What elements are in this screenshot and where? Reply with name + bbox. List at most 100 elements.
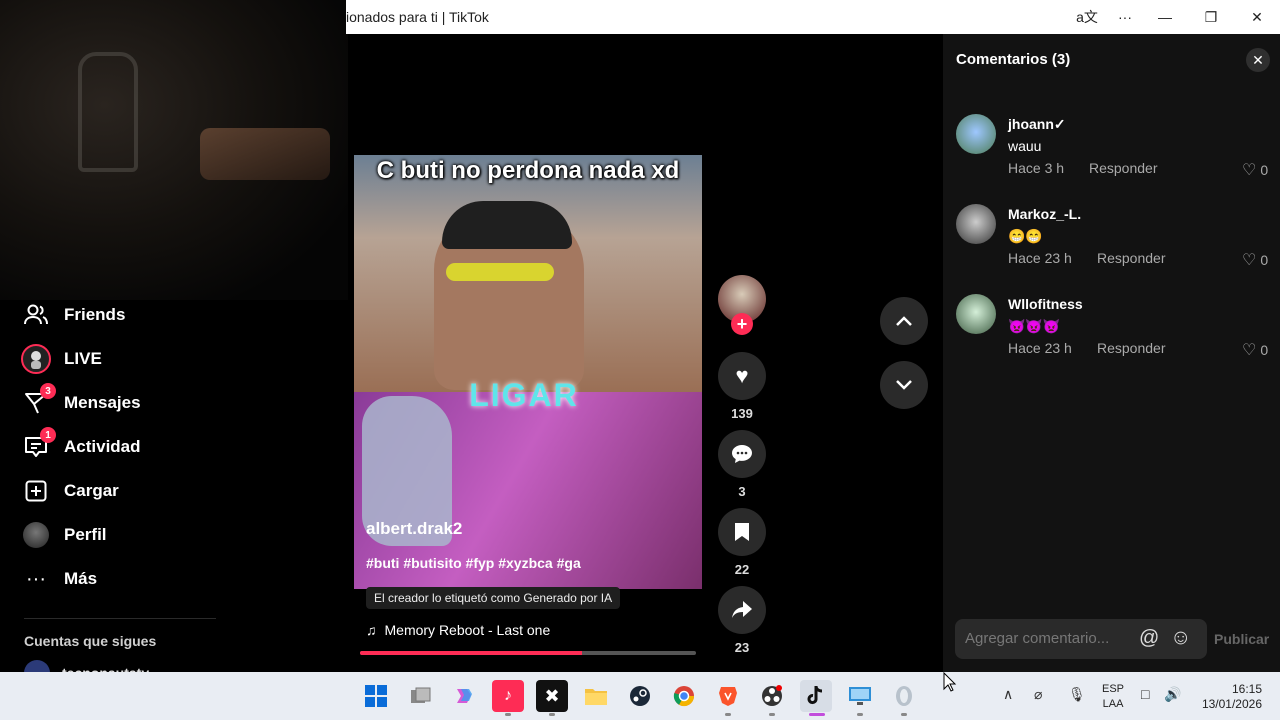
- nav-activity-label: Actividad: [64, 437, 141, 456]
- previous-video-button[interactable]: [880, 297, 928, 345]
- next-video-button[interactable]: [880, 361, 928, 409]
- nav-live[interactable]: LIVE: [20, 341, 102, 377]
- input-language[interactable]: ESP LAA: [1102, 682, 1124, 712]
- mention-icon[interactable]: @: [1139, 627, 1159, 650]
- profile-avatar: [20, 519, 52, 551]
- comment-icon: [732, 445, 752, 463]
- comment-time: Hace 3 h: [1008, 160, 1065, 176]
- nav-upload[interactable]: Cargar: [20, 473, 119, 509]
- lang-code: ESP: [1102, 683, 1125, 695]
- nav-profile-label: Perfil: [64, 525, 107, 544]
- music-link[interactable]: ♫ Memory Reboot - Last one: [366, 622, 550, 638]
- comment-like-button[interactable]: ♡ 0: [1242, 340, 1268, 360]
- heart-outline-icon: ♡: [1242, 252, 1257, 269]
- video-author[interactable]: albert.drak2: [366, 519, 462, 539]
- close-window-button[interactable]: ✕: [1234, 0, 1280, 34]
- lang-layout: LAA: [1102, 698, 1124, 710]
- nav-more[interactable]: ··· Más: [20, 561, 97, 597]
- comment-user[interactable]: jhoann✓: [1008, 116, 1066, 133]
- microphone-icon[interactable]: 🎙: [1068, 686, 1086, 703]
- comment-time: Hace 23 h: [1008, 250, 1072, 266]
- nav-friends-label: Friends: [64, 305, 126, 324]
- activity-icon: 1: [20, 427, 56, 463]
- video-hashtags[interactable]: #buti #butisito #fyp #xyzbca #ga: [366, 555, 581, 571]
- volume-icon[interactable]: 🔊: [1164, 686, 1181, 703]
- background-object: [200, 128, 330, 180]
- nav-profile[interactable]: Perfil: [20, 517, 107, 553]
- music-title: Memory Reboot - Last one: [384, 622, 551, 638]
- comments-panel: Comentarios (3) ✕ jhoann✓ wauu Hace 3 h …: [943, 34, 1280, 672]
- comments-title: Comentarios: [956, 51, 1048, 68]
- comment-composer[interactable]: Agregar comentario... @ ☺: [955, 619, 1207, 659]
- nav-messages[interactable]: 3 Mensajes: [20, 383, 141, 421]
- background-photo: [0, 0, 348, 300]
- nav-activity[interactable]: 1 Actividad: [20, 427, 141, 465]
- brave-icon[interactable]: [712, 680, 744, 712]
- video-cap: [442, 201, 572, 249]
- video-player[interactable]: C buti no perdona nada xd LIGAR albert.d…: [354, 155, 702, 589]
- file-explorer-icon[interactable]: [580, 680, 612, 712]
- capcut-icon[interactable]: ✖: [536, 680, 568, 712]
- comment-like-button[interactable]: ♡ 0: [1242, 250, 1268, 270]
- steam-icon[interactable]: [624, 680, 656, 712]
- comment-text: 👿👿👿: [1008, 318, 1061, 334]
- messages-icon: 3: [20, 383, 56, 419]
- live-icon: [20, 343, 52, 375]
- comment-reply-button[interactable]: Responder: [1089, 160, 1158, 176]
- active-indicator: [809, 713, 825, 716]
- clock-time: 16:15: [1231, 682, 1262, 696]
- minimize-button[interactable]: —: [1142, 0, 1188, 34]
- tiktok-active-icon[interactable]: [800, 680, 832, 712]
- close-comments-button[interactable]: ✕: [1246, 48, 1270, 72]
- comment-like-button[interactable]: ♡ 0: [1242, 160, 1268, 180]
- friends-icon: [20, 299, 52, 331]
- show-hidden-icons-chevron[interactable]: ∧: [1003, 686, 1013, 703]
- comment-item: Markoz_-L. 😁😁 Hace 23 h Responder ♡ 0: [956, 204, 1276, 274]
- comment-reply-button[interactable]: Responder: [1097, 250, 1166, 266]
- comment-input[interactable]: Agregar comentario...: [965, 630, 1109, 647]
- close-icon: ✕: [1252, 51, 1264, 68]
- comment-text: 😁😁: [1008, 228, 1043, 244]
- comment-item: Wllofitness 👿👿👿 Hace 23 h Responder ♡ 0: [956, 294, 1276, 364]
- emoji-icon[interactable]: ☺: [1170, 626, 1191, 650]
- follow-button[interactable]: +: [731, 313, 753, 335]
- activity-badge: 1: [40, 427, 56, 443]
- obs-icon[interactable]: [756, 680, 788, 712]
- network-disconnected-icon[interactable]: ⌀: [1034, 686, 1042, 703]
- nav-friends[interactable]: Friends: [20, 297, 125, 333]
- comment-avatar[interactable]: [956, 204, 996, 244]
- comment-avatar[interactable]: [956, 294, 996, 334]
- window-titlebar: ionados para ti | TikTok a文 ··· — ❐ ✕: [346, 0, 1280, 34]
- start-icon[interactable]: [360, 680, 392, 712]
- save-button[interactable]: [718, 508, 766, 556]
- copilot-icon[interactable]: [448, 680, 480, 712]
- comment-avatar[interactable]: [956, 114, 996, 154]
- tiktok-pinned-icon[interactable]: ♪: [492, 680, 524, 712]
- publish-button[interactable]: Publicar: [1214, 631, 1269, 647]
- display-icon[interactable]: □: [1141, 686, 1149, 702]
- chrome-icon[interactable]: [668, 680, 700, 712]
- remote-desktop-icon[interactable]: [844, 680, 876, 712]
- comment-user[interactable]: Markoz_-L.: [1008, 206, 1081, 222]
- like-button[interactable]: ♥: [718, 352, 766, 400]
- app-icon[interactable]: [888, 680, 920, 712]
- video-progress-bar[interactable]: [360, 651, 696, 655]
- comment-user[interactable]: Wllofitness: [1008, 296, 1083, 312]
- restore-button[interactable]: ❐: [1188, 0, 1234, 34]
- share-icon: [732, 601, 752, 618]
- chevron-up-icon: [896, 316, 912, 326]
- likes-count: 139: [731, 406, 753, 421]
- music-note-icon: ♫: [366, 622, 377, 638]
- task-view-icon[interactable]: [405, 680, 437, 712]
- comment-text: wauu: [1008, 138, 1042, 154]
- running-indicator: [725, 713, 731, 716]
- comment-button[interactable]: [718, 430, 766, 478]
- video-top-frame: [354, 155, 702, 392]
- comment-reply-button[interactable]: Responder: [1097, 340, 1166, 356]
- comments-count: 3: [738, 484, 746, 499]
- bookmark-icon: [735, 523, 749, 541]
- system-clock[interactable]: 16:15 13/01/2026: [1196, 682, 1262, 712]
- upload-icon: [20, 475, 52, 507]
- share-button[interactable]: [718, 586, 766, 634]
- clock-date: 13/01/2026: [1201, 697, 1262, 711]
